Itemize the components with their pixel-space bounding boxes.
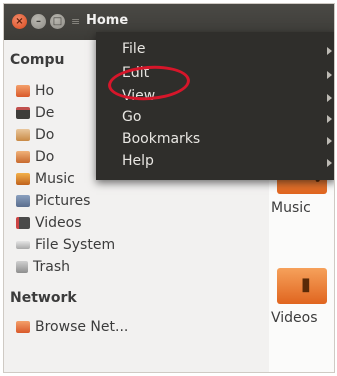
file-manager-window: × – □ ≡ Home Compu Ho De Do Do Music Pic…	[4, 4, 334, 372]
menu-item-label: Bookmarks	[122, 131, 201, 147]
film-strip-icon: ▮	[301, 274, 311, 295]
sidebar-item-label: File System	[35, 237, 116, 253]
submenu-arrow-icon	[327, 115, 332, 123]
close-icon[interactable]: ×	[12, 14, 27, 29]
sidebar-item-label: Ho	[35, 83, 55, 99]
menu-item-label: File	[122, 41, 146, 57]
sidebar-item-label: Trash	[33, 259, 70, 275]
trash-icon	[16, 261, 28, 273]
videos-icon	[16, 217, 30, 229]
submenu-arrow-icon	[327, 94, 332, 102]
music-folder-icon	[16, 173, 30, 185]
minimize-icon[interactable]: –	[31, 14, 46, 29]
sidebar-item-pictures[interactable]: Pictures	[16, 190, 266, 212]
folder-label: Music	[271, 200, 311, 216]
home-folder-icon	[16, 85, 30, 97]
menu-item-bookmarks[interactable]: Bookmarks	[96, 130, 334, 151]
sidebar-item-label: Videos	[35, 215, 82, 231]
sidebar-item-label: Do	[35, 149, 55, 165]
menu-item-file[interactable]: File	[96, 40, 334, 61]
submenu-arrow-icon	[327, 71, 332, 79]
sidebar-item-label: Browse Net...	[35, 319, 129, 335]
submenu-arrow-icon	[327, 47, 332, 55]
folder-label: Videos	[271, 310, 318, 326]
sidebar-heading-network: Network	[10, 290, 77, 306]
menu-item-label: Go	[122, 109, 142, 125]
window-title: Home	[86, 13, 129, 28]
submenu-arrow-icon	[327, 159, 332, 167]
menu-item-label: Help	[122, 153, 154, 169]
sidebar-item-label: Music	[35, 171, 75, 187]
sidebar-item-label: Pictures	[35, 193, 91, 209]
maximize-icon[interactable]: □	[50, 14, 65, 29]
sidebar-item-browse-network[interactable]: Browse Net...	[16, 316, 266, 338]
documents-icon	[16, 129, 30, 141]
menu-item-help[interactable]: Help	[96, 152, 334, 173]
sidebar-heading-computer: Compu	[10, 52, 65, 68]
network-icon	[16, 321, 30, 333]
sidebar-item-label: Do	[35, 127, 55, 143]
sidebar-item-videos[interactable]: Videos	[16, 212, 266, 234]
sidebar-item-label: De	[35, 105, 55, 121]
videos-folder-icon: ▮	[277, 268, 327, 304]
pictures-icon	[16, 195, 30, 207]
app-menu-dropdown: File Edit View Go Bookmarks Help	[96, 32, 334, 180]
menu-separator-icon: ≡	[71, 15, 81, 28]
menu-item-go[interactable]: Go	[96, 108, 334, 129]
sidebar-item-file-system[interactable]: File System	[16, 234, 266, 256]
submenu-arrow-icon	[327, 137, 332, 145]
sidebar-item-trash[interactable]: Trash	[16, 256, 266, 278]
desktop-icon	[16, 107, 30, 119]
harddisk-icon	[16, 241, 30, 249]
downloads-icon	[16, 151, 30, 163]
